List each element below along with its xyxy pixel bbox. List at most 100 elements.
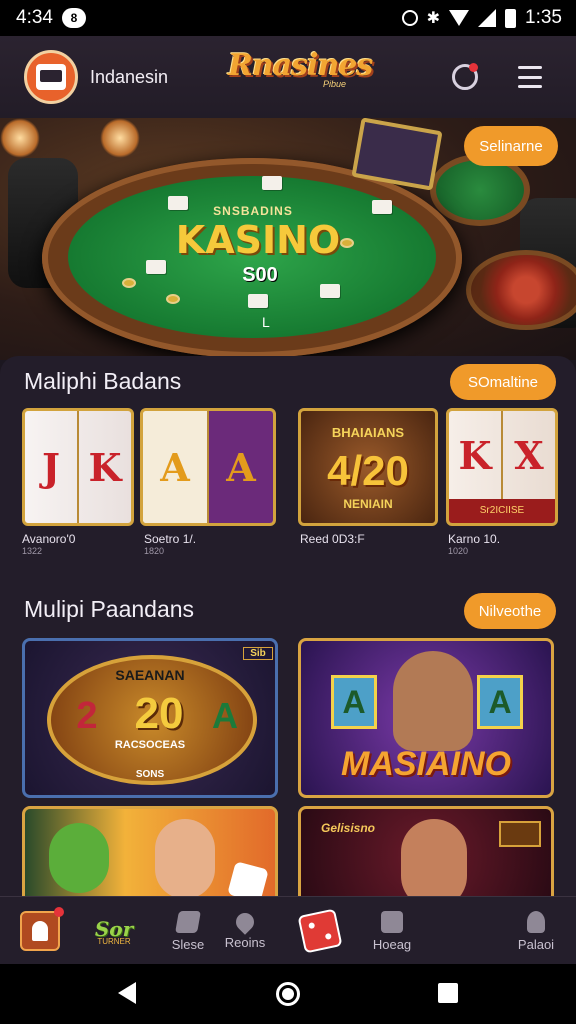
hamburger-menu-icon[interactable] — [518, 66, 542, 88]
app-logo-icon[interactable] — [24, 50, 78, 104]
section-slots-more-button[interactable]: SOmaltine — [450, 364, 556, 400]
nav-item-hoeag[interactable]: Hoeag — [368, 897, 416, 965]
card-right-letter: A — [212, 695, 238, 736]
status-time-right: 1:35 — [525, 7, 562, 28]
felt-amount: S00 — [242, 264, 278, 286]
cards-icon — [175, 910, 201, 933]
nav-item-reoins[interactable]: Reoins — [218, 897, 272, 965]
nav-slots-sub: TURNER — [97, 936, 131, 946]
slot-caption: Soetro 1/. — [144, 532, 197, 546]
alarm-icon — [401, 10, 418, 26]
nav-item-home[interactable] — [16, 897, 64, 965]
nav-item-slots[interactable]: Sor TURNER — [84, 897, 144, 965]
card-left-letter: A — [331, 675, 377, 729]
slot-game-card[interactable]: BHAIAIANS 4/20 NENIAIN — [298, 408, 438, 526]
felt-title: KASINO — [175, 218, 341, 262]
slot-reel: A — [207, 411, 273, 523]
card-title: MASIAINO — [341, 745, 511, 783]
section-title-featured: Mulipi Paandans — [24, 596, 195, 622]
brand-logo: Rnasines Pibue — [228, 48, 373, 106]
status-right: ✱ 1:35 — [401, 7, 562, 29]
home-icon-wrap — [20, 907, 64, 951]
featured-game-card[interactable]: Gelisisno — [298, 806, 554, 906]
slot-game-card[interactable]: K X Sr2ICIISE — [446, 408, 558, 526]
notification-badge-icon: 8 — [61, 8, 86, 28]
card-tag-decoration — [499, 821, 541, 847]
section-featured-more-button[interactable]: Nilveothe — [464, 593, 556, 629]
character-portrait — [393, 651, 473, 751]
nav-label: Slese — [171, 936, 205, 952]
signal-icon — [478, 9, 497, 27]
slot-subcaption: 1820 — [144, 546, 165, 556]
slot-caption: Reed 0D3:F — [300, 532, 365, 546]
slot-caption: Karno 10. — [448, 532, 501, 546]
playing-card-icon — [320, 284, 340, 298]
dice-icon — [297, 908, 343, 954]
felt-subtitle: SNSBADINS — [213, 204, 293, 218]
slot-caption: Avanoro'0 — [22, 532, 76, 546]
battery-icon — [505, 8, 517, 28]
featured-game-card[interactable]: SAEANAN 2 20 A RACSOCEAS SONS Sib — [22, 638, 278, 798]
nav-label: Reoins — [224, 934, 266, 950]
goblin-character — [49, 823, 109, 893]
card-footer-text: SONS — [135, 769, 165, 780]
slot-reel: K — [77, 411, 131, 523]
nav-item-profile[interactable]: Palaoi — [510, 897, 562, 965]
store-icon — [381, 910, 403, 933]
featured-game-card[interactable]: A A MASIAINO — [298, 638, 554, 798]
slot-center-text: 4/20 — [327, 447, 409, 494]
bottom-nav: Sor TURNER Slese Reoins Hoeag Palaoi — [0, 896, 576, 964]
card-bottom-text: RACSOCEAS — [114, 739, 186, 751]
system-nav-bar — [0, 964, 576, 1024]
slot-reel: A — [143, 411, 207, 523]
boy-character — [155, 819, 215, 899]
wifi-icon — [449, 10, 470, 26]
home-circle-icon[interactable] — [276, 982, 300, 1006]
slot-bottom-text: NENIAIN — [343, 497, 393, 511]
roulette-wheel-decoration — [466, 250, 576, 330]
recent-apps-icon[interactable] — [438, 983, 458, 1003]
profile-icon — [527, 910, 545, 933]
nav-item-dice[interactable] — [296, 897, 344, 965]
card-label: Gelisisno — [320, 821, 376, 835]
back-icon[interactable] — [118, 982, 136, 1004]
notification-dot — [469, 63, 478, 72]
notification-bell-icon[interactable] — [452, 63, 478, 90]
character-portrait — [401, 819, 467, 903]
nav-item-slese[interactable]: Slese — [166, 897, 210, 965]
lamp-decoration — [100, 118, 140, 158]
region-selector[interactable]: Indanesin — [90, 67, 168, 88]
slot-reel: X — [501, 411, 555, 499]
featured-game-card[interactable] — [22, 806, 278, 906]
hero-banner[interactable]: SNSBADINS KASINO S00 L Selinarne — [0, 118, 576, 360]
card-center-text: 20 — [134, 689, 184, 738]
status-bar: 4:34 8 ✱ 1:35 — [0, 0, 576, 36]
status-left: 4:34 8 — [16, 7, 86, 29]
app-root: 4:34 8 ✱ 1:35 Indanesin Rnasines Pibue S… — [0, 0, 576, 1024]
home-badge-dot — [54, 907, 64, 917]
felt-mark: L — [262, 314, 270, 330]
lamp-decoration — [0, 118, 40, 158]
status-time-left: 4:34 — [16, 7, 53, 28]
slot-subcaption: 1322 — [22, 546, 43, 556]
nav-label: Palaoi — [517, 936, 555, 952]
hero-badge-button[interactable]: Selinarne — [464, 126, 558, 166]
slot-reel: J — [42, 444, 60, 490]
slot-game-card[interactable]: J K — [22, 408, 134, 526]
playing-card-icon — [248, 294, 268, 308]
card-left-digit: 2 — [76, 695, 98, 737]
nav-label: Hoeag — [372, 936, 412, 952]
slot-game-card[interactable]: A A — [140, 408, 276, 526]
poker-chip-icon — [122, 278, 136, 288]
location-pin-icon — [232, 908, 258, 935]
playing-card-icon — [262, 176, 282, 190]
app-header: Indanesin Rnasines Pibue — [0, 36, 576, 118]
slot-reel: K — [458, 432, 492, 478]
card-top-text: SAEANAN — [115, 667, 185, 683]
poker-chip-icon — [166, 294, 180, 304]
slot-subcaption: 1020 — [448, 546, 469, 556]
bluetooth-icon: ✱ — [426, 10, 441, 27]
brand-name: Rnasines — [228, 48, 373, 83]
playing-card-icon — [146, 260, 166, 274]
slot-banner: Sr2ICIISE — [449, 499, 555, 523]
